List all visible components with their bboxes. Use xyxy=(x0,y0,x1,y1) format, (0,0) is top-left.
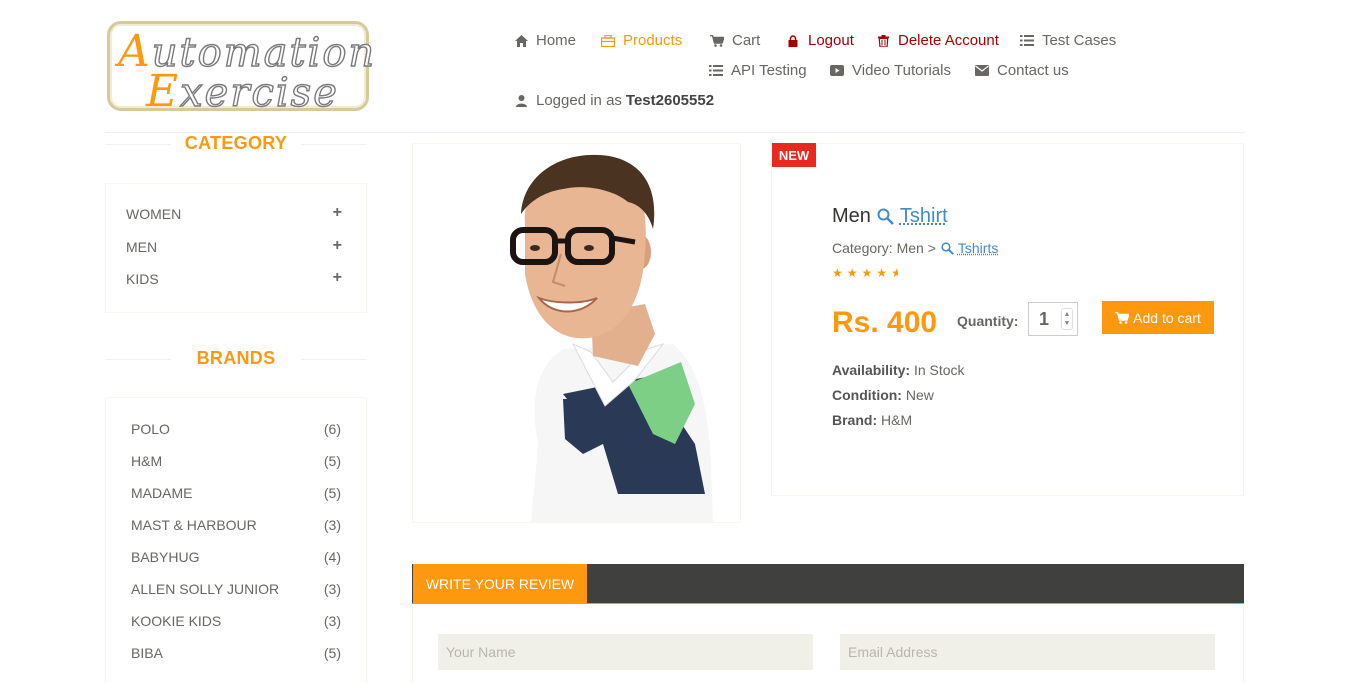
brand-kookie-kids[interactable]: KOOKIE KIDS (3) xyxy=(131,613,341,629)
brand: Brand: H&M xyxy=(832,412,913,428)
half-star-icon: ★ xyxy=(891,266,898,280)
condition: Condition: New xyxy=(832,387,934,403)
add-to-cart-button[interactable]: Add to cart xyxy=(1102,301,1214,334)
product-photo xyxy=(510,154,713,522)
brand-mast-harbour[interactable]: MAST & HARBOUR (3) xyxy=(131,517,341,533)
review-name-input[interactable] xyxy=(438,634,813,670)
star-icon: ★ xyxy=(846,266,862,280)
cart-icon xyxy=(1115,311,1130,324)
brands-panel: POLO (6) H&M (5) MADAME (5) MAST & HARBOUR(… xyxy=(105,397,367,683)
nav-contact-us[interactable]: Contact us xyxy=(975,62,1069,79)
brands-title: BRANDS xyxy=(105,348,367,369)
review-email-input[interactable] xyxy=(840,634,1215,670)
brand-allen-solly-junior[interactable]: ALLEN SOLLY JUNIOR (3) xyxy=(131,581,341,597)
tab-write-review[interactable]: WRITE YOUR REVIEW xyxy=(413,564,587,604)
plus-icon: + xyxy=(332,237,342,254)
nav-test-cases[interactable]: Test Cases xyxy=(1020,32,1116,49)
product-price: Rs. 400 xyxy=(832,306,938,339)
brand-biba[interactable]: BIBA (5) xyxy=(131,645,341,661)
product-category-link[interactable]: Tshirts xyxy=(958,240,998,256)
product-name-link[interactable]: Tshirt xyxy=(900,205,948,228)
star-icon: ★ xyxy=(876,266,892,280)
plus-icon: + xyxy=(332,204,342,221)
list-icon xyxy=(1020,34,1034,48)
cart-icon xyxy=(710,34,724,48)
nav-logout[interactable]: Logout xyxy=(786,32,854,49)
spinner-arrows-icon[interactable]: ▲ ▼ xyxy=(1061,308,1073,330)
plus-icon: + xyxy=(332,269,342,286)
nav-products[interactable]: Products xyxy=(601,32,682,49)
nav-api-testing[interactable]: API Testing xyxy=(709,62,807,79)
category-men[interactable]: MEN + xyxy=(126,237,342,256)
new-badge: NEW xyxy=(772,143,816,167)
search-icon xyxy=(941,241,954,255)
logged-in-username: Test2605552 xyxy=(625,92,715,109)
availability: Availability: In Stock xyxy=(832,362,965,378)
quantity-label: Quantity: xyxy=(957,313,1019,329)
star-icon: ★ xyxy=(861,266,877,280)
logged-in-status: Logged in as Test2605552 xyxy=(514,92,714,109)
youtube-icon xyxy=(830,64,844,78)
category-panel: WOMEN + MEN + KIDS + xyxy=(105,183,367,313)
envelope-icon xyxy=(975,64,989,78)
home-icon xyxy=(514,34,528,48)
user-icon xyxy=(514,94,528,108)
product-name: Men Tshirt xyxy=(832,205,948,228)
product-category: Category: Men > Tshirts xyxy=(832,240,999,256)
brand-hm[interactable]: H&M (5) xyxy=(131,453,341,469)
nav-video-tutorials[interactable]: Video Tutorials xyxy=(830,62,951,79)
category-title: CATEGORY xyxy=(105,133,367,154)
nav-home[interactable]: Home xyxy=(514,32,576,49)
brand-polo[interactable]: POLO (6) xyxy=(131,421,341,437)
rating-stars: ★★★★★ xyxy=(832,266,898,280)
product-image xyxy=(412,143,741,523)
star-icon: ★ xyxy=(832,266,847,280)
nav-cart[interactable]: Cart xyxy=(710,32,760,49)
list-icon xyxy=(709,64,723,78)
products-icon xyxy=(601,34,615,48)
category-kids[interactable]: KIDS + xyxy=(126,269,342,288)
lock-icon xyxy=(786,34,800,48)
quantity-stepper[interactable]: 1 ▲ ▼ xyxy=(1028,302,1078,336)
trash-icon xyxy=(876,34,890,48)
site-logo[interactable]: Automation Exercise xyxy=(107,21,375,117)
brand-madame[interactable]: MADAME (5) xyxy=(131,485,341,501)
brand-babyhug[interactable]: BABYHUG (4) xyxy=(131,549,341,565)
category-women[interactable]: WOMEN + xyxy=(126,204,342,223)
search-icon xyxy=(877,208,894,225)
nav-delete-account[interactable]: Delete Account xyxy=(876,32,999,49)
logo-line-2: Exercise xyxy=(146,66,339,117)
